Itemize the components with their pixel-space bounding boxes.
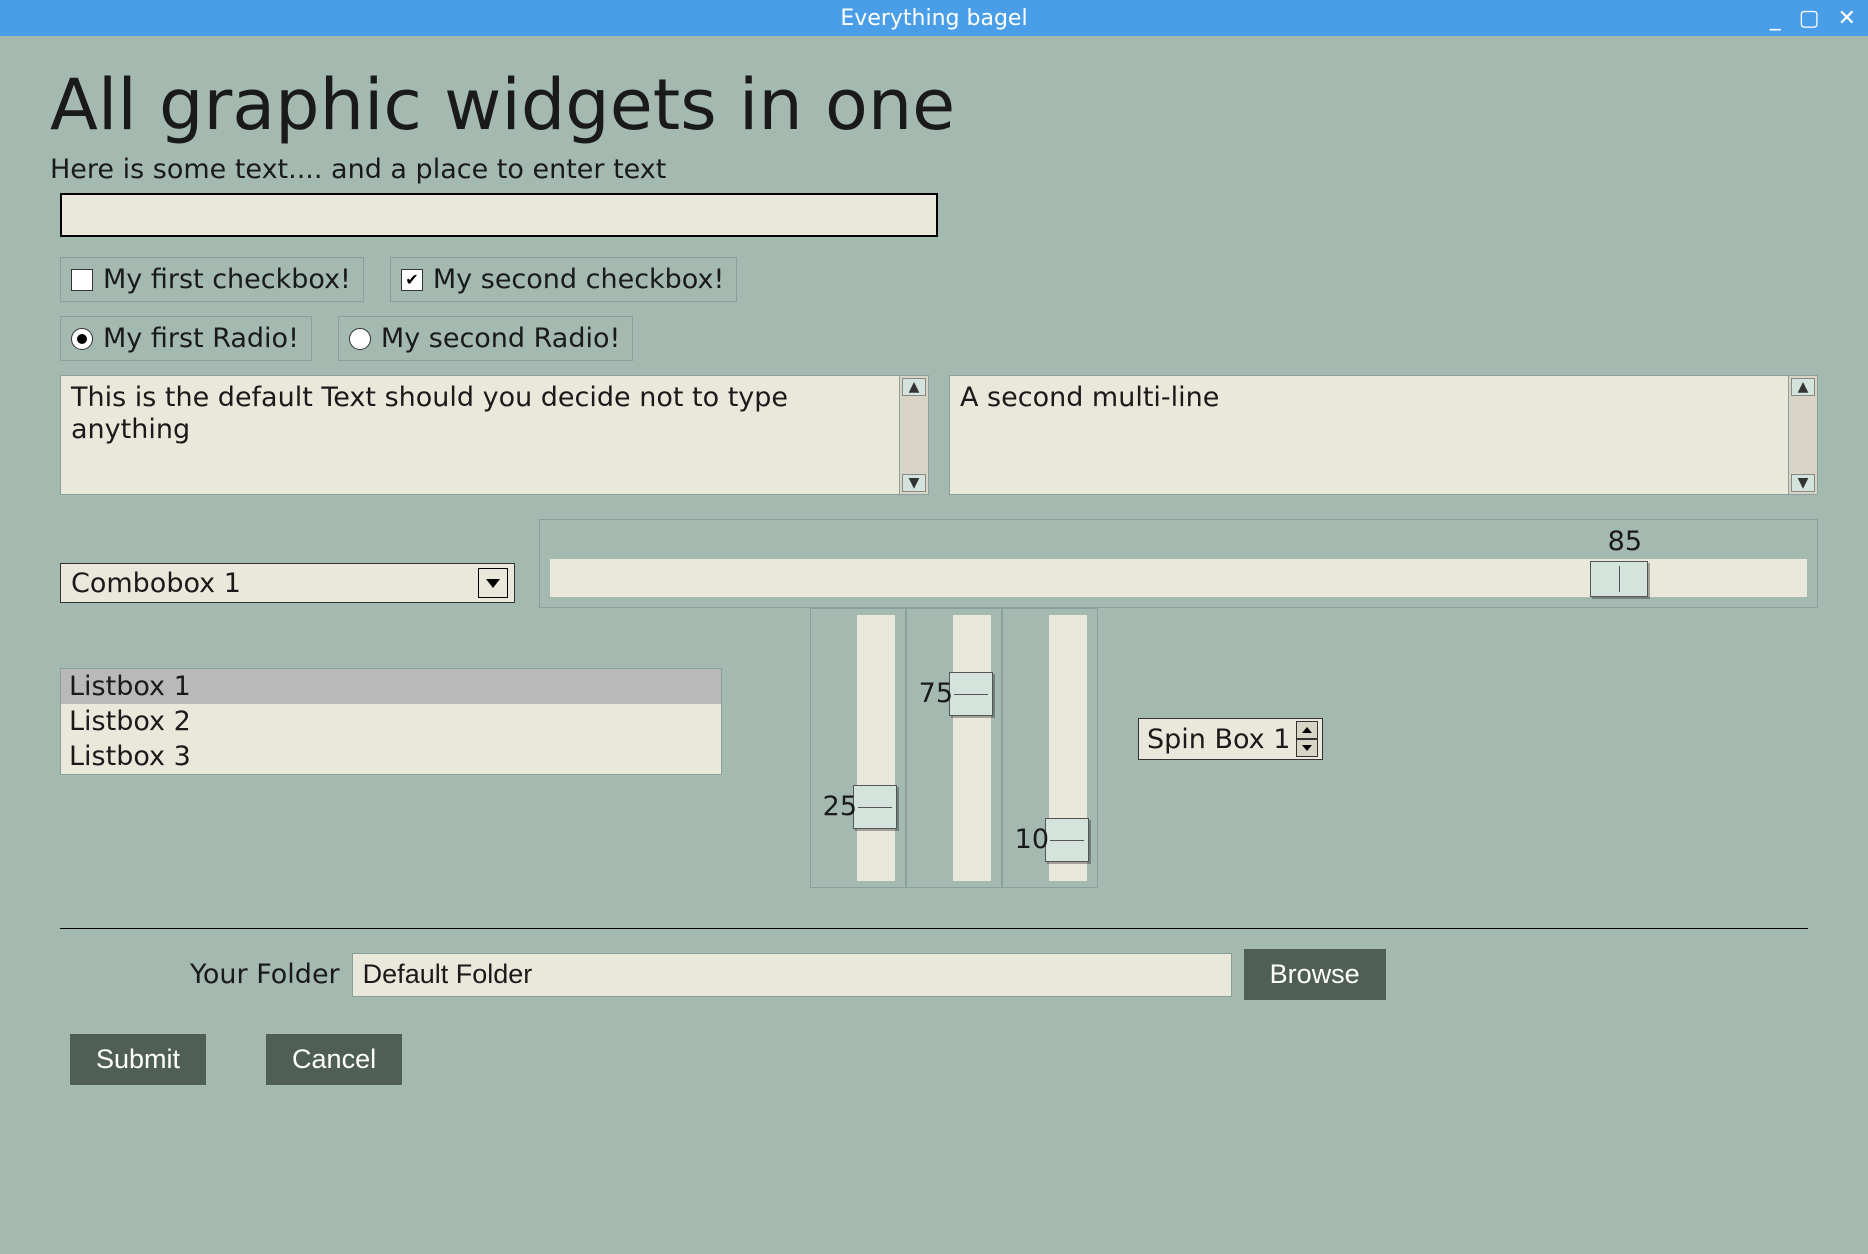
lower-row: Listbox 1 Listbox 2 Listbox 3 25 75 10 S (60, 608, 1818, 888)
action-buttons: Submit Cancel (70, 1034, 1818, 1085)
list-item[interactable]: Listbox 2 (61, 704, 721, 739)
spinbox[interactable]: Spin Box 1 (1138, 718, 1323, 760)
spin-up-icon[interactable] (1296, 721, 1318, 739)
folder-label: Your Folder (190, 959, 340, 990)
radio-2-indicator (349, 328, 371, 350)
browse-button[interactable]: Browse (1244, 949, 1386, 1000)
window-title: Everything bagel (840, 6, 1027, 31)
checkbox-1-box (71, 269, 93, 291)
cancel-button[interactable]: Cancel (266, 1034, 402, 1085)
hslider-thumb[interactable] (1590, 561, 1648, 597)
list-item[interactable]: Listbox 3 (61, 739, 721, 774)
radio-2[interactable]: My second Radio! (338, 316, 633, 361)
multiline-2-scrollbar[interactable]: ▲ ▼ (1788, 376, 1817, 494)
list-item[interactable]: Listbox 1 (61, 669, 721, 704)
multiline-2[interactable]: A second multi-line ▲ ▼ (949, 375, 1818, 495)
vslider-3-value: 10 (1009, 824, 1049, 855)
combobox[interactable]: Combobox 1 (60, 563, 515, 603)
radio-1[interactable]: My first Radio! (60, 316, 312, 361)
radio-2-label: My second Radio! (381, 323, 620, 354)
checkbox-2[interactable]: ✔ My second checkbox! (390, 257, 737, 302)
content-area: All graphic widgets in one Here is some … (0, 36, 1868, 1105)
maximize-icon[interactable]: ▢ (1799, 6, 1820, 31)
submit-button[interactable]: Submit (70, 1034, 206, 1085)
titlebar: Everything bagel _ ▢ ✕ (0, 0, 1868, 36)
multiline-1-scrollbar[interactable]: ▲ ▼ (899, 376, 928, 494)
scroll-up-icon[interactable]: ▲ (1791, 378, 1815, 396)
checkbox-1[interactable]: My first checkbox! (60, 257, 364, 302)
spinbox-value: Spin Box 1 (1147, 724, 1290, 755)
vertical-sliders: 25 75 10 (810, 608, 1098, 888)
checkbox-2-box: ✔ (401, 269, 423, 291)
text-input[interactable] (60, 193, 938, 237)
checkbox-2-label: My second checkbox! (433, 264, 724, 295)
checkbox-1-label: My first checkbox! (103, 264, 351, 295)
horizontal-slider[interactable]: 85 (539, 519, 1818, 608)
vslider-1-thumb[interactable] (853, 785, 897, 829)
folder-input[interactable] (352, 953, 1232, 997)
vslider-3-thumb[interactable] (1045, 818, 1089, 862)
vslider-3[interactable]: 10 (1002, 608, 1098, 888)
combobox-value: Combobox 1 (71, 568, 241, 599)
radio-1-label: My first Radio! (103, 323, 299, 354)
multiline-1-text[interactable]: This is the default Text should you deci… (61, 376, 899, 494)
folder-row: Your Folder Browse (190, 949, 1818, 1000)
checkbox-row: My first checkbox! ✔ My second checkbox! (60, 257, 1818, 302)
vslider-2-thumb[interactable] (949, 672, 993, 716)
scroll-up-icon[interactable]: ▲ (902, 378, 926, 396)
scroll-down-icon[interactable]: ▼ (902, 474, 926, 492)
spin-down-icon[interactable] (1296, 739, 1318, 757)
vslider-2[interactable]: 75 (906, 608, 1002, 888)
subtitle-text: Here is some text.... and a place to ent… (50, 154, 1818, 185)
multiline-row: This is the default Text should you deci… (60, 375, 1818, 495)
vslider-1[interactable]: 25 (810, 608, 906, 888)
vslider-2-track[interactable] (953, 615, 991, 881)
multiline-2-text[interactable]: A second multi-line (950, 376, 1788, 494)
vslider-2-value: 75 (913, 678, 953, 709)
combo-slider-row: Combobox 1 85 (60, 519, 1818, 608)
chevron-down-icon[interactable] (478, 568, 508, 598)
listbox[interactable]: Listbox 1 Listbox 2 Listbox 3 (60, 668, 722, 775)
radio-row: My first Radio! My second Radio! (60, 316, 1818, 361)
close-icon[interactable]: ✕ (1838, 6, 1856, 31)
multiline-1[interactable]: This is the default Text should you deci… (60, 375, 929, 495)
window-controls: _ ▢ ✕ (1770, 0, 1856, 36)
vslider-1-value: 25 (817, 791, 857, 822)
page-title: All graphic widgets in one (50, 64, 1818, 146)
radio-1-indicator (71, 328, 93, 350)
minimize-icon[interactable]: _ (1770, 6, 1781, 31)
scroll-down-icon[interactable]: ▼ (1791, 474, 1815, 492)
vslider-1-track[interactable] (857, 615, 895, 881)
hslider-track[interactable] (550, 559, 1807, 597)
spinbox-buttons (1296, 721, 1318, 757)
hslider-value: 85 (1608, 526, 1642, 557)
separator (60, 928, 1808, 929)
